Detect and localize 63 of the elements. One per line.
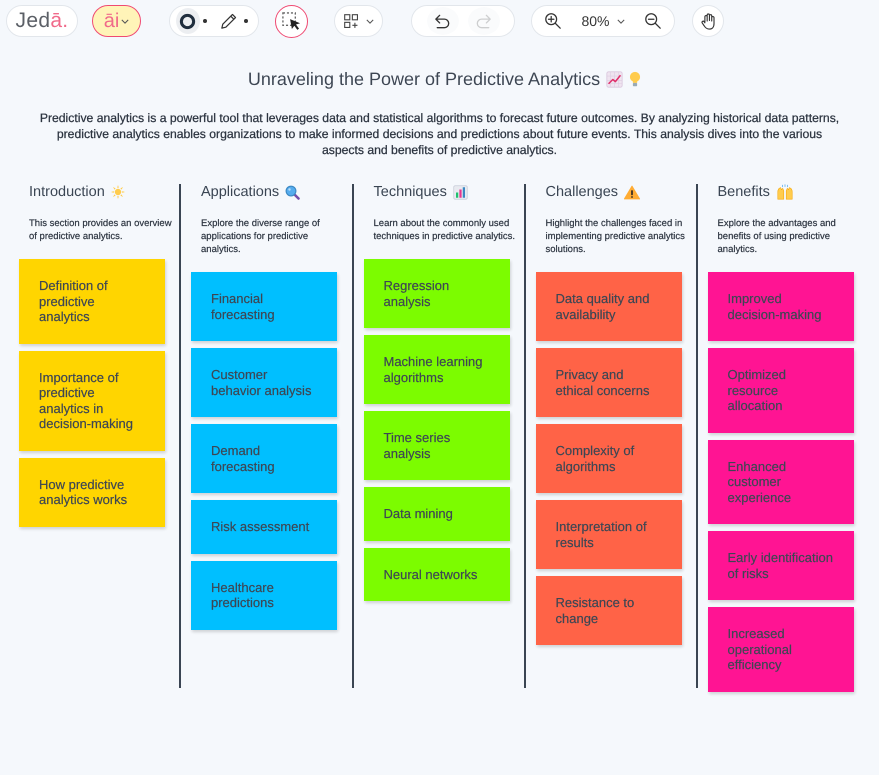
column-description: Explore the advantages and benefits of using predictive analytics. [718, 217, 837, 256]
column-description: This section provides an overview of predictive analytics. [29, 217, 173, 243]
caret-icon [616, 18, 625, 24]
bar-chart-icon [452, 184, 468, 200]
logo[interactable]: Jedā. [6, 5, 78, 37]
redo-icon [474, 12, 493, 30]
caret-icon [366, 18, 374, 24]
sticky-note: Data mining [364, 487, 510, 540]
board-description: Predictive analytics is a powerful tool that leverages data and statistical algorithms to forecast future outcomes. By analyzing historical data patterns, predictive analytics enables organizations to make informed decisions and predictions about future events. This analysis dives into the various aspects and benefits of predictive analytics. [38, 110, 840, 158]
caret-icon [121, 18, 130, 24]
sun-icon [110, 185, 125, 199]
sticky-note: Resistance to change [536, 576, 682, 645]
column-heading: Challenges [546, 184, 618, 200]
magnifier-icon [285, 184, 300, 200]
column-description: Highlight the challenges faced in implementing predictive analytics solutions. [546, 217, 686, 256]
board-title: Unraveling the Power of Predictive Analytics [248, 68, 600, 90]
shape-tool-button[interactable] [176, 8, 200, 34]
zoom-in-icon [544, 12, 562, 30]
column-heading: Introduction [29, 184, 105, 200]
chart-up-icon [606, 70, 624, 88]
lightbulb-icon [629, 70, 642, 88]
dot-icon [244, 19, 248, 23]
sticky-note: Optimized resource allocation [708, 348, 854, 432]
hand-tool-button[interactable] [692, 5, 724, 37]
sticky-note: Early identification of risks [708, 531, 854, 600]
column-heading: Applications [201, 184, 280, 200]
zoom-level-dropdown[interactable]: 80% [581, 8, 625, 34]
sticky-note: Regression analysis [364, 259, 510, 328]
ring-icon [179, 12, 196, 30]
dot-icon [203, 19, 208, 23]
sticky-note: How predictive analytics works [19, 458, 165, 526]
sticky-note: Demand forecasting [191, 424, 337, 493]
sticky-note: Data quality and availability [536, 272, 682, 341]
sticky-note: Increased operational efficiency [708, 607, 854, 692]
sticky-note: Enhanced customer experience [708, 440, 854, 524]
warning-icon [624, 184, 640, 200]
sticky-note: Time series analysis [364, 411, 510, 480]
column-description: Explore the diverse range of applications for predictive analytics. [201, 217, 321, 256]
sticky-note: Neural networks [364, 548, 510, 601]
select-icon [281, 10, 302, 32]
grid-icon [343, 12, 360, 30]
sticky-note: Definition of predictive analytics [19, 259, 165, 344]
zoom-out-icon [644, 12, 662, 30]
pencil-icon [219, 12, 238, 30]
undo-button[interactable] [426, 7, 458, 35]
select-button[interactable] [275, 4, 308, 38]
sticky-note: Importance of predictive analytics in decision-making [19, 350, 165, 450]
sticky-note: Interpretation of results [536, 500, 682, 569]
column-heading: Techniques [374, 184, 447, 200]
sticky-note: Financial forecasting [191, 272, 337, 341]
sticky-note: Healthcare predictions [191, 560, 337, 630]
sticky-note: Complexity of algorithms [536, 424, 682, 493]
column-description: Learn about the commonly used techniques in predictive analytics. [374, 217, 516, 243]
sticky-note: Privacy and ethical concerns [536, 348, 682, 417]
sticky-note: Risk assessment [191, 500, 337, 554]
sticky-note: Improved decision-making [708, 272, 854, 341]
column-heading: Benefits [718, 184, 770, 200]
sticky-note: Customer behavior analysis [191, 348, 337, 417]
raised-hands-icon [776, 184, 794, 200]
undo-icon [433, 12, 452, 30]
add-widget-button[interactable] [334, 5, 383, 37]
hand-icon [698, 12, 718, 30]
sticky-note: Machine learning algorithms [364, 335, 510, 404]
